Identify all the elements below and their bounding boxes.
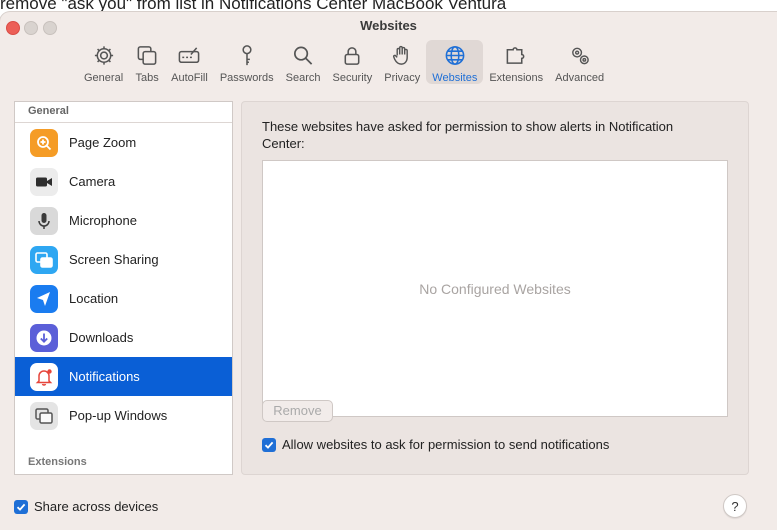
toolbar-autofill-label: AutoFill: [171, 72, 208, 84]
tabs-icon: [137, 46, 157, 65]
toolbar-websites[interactable]: Websites: [426, 40, 484, 84]
toolbar-tabs-label: Tabs: [135, 72, 159, 84]
lock-icon: [344, 47, 360, 65]
toolbar-privacy[interactable]: Privacy: [378, 40, 426, 84]
share-across-devices-row[interactable]: Share across devices: [14, 499, 158, 514]
sidebar-item-label: Downloads: [69, 330, 134, 345]
microphone-icon: [30, 206, 58, 235]
toolbar-security[interactable]: Security: [326, 40, 378, 84]
popup-windows-icon: [30, 401, 58, 430]
sidebar-item-label: Location: [69, 291, 119, 306]
sidebar-item-notifications[interactable]: Notifications: [15, 357, 232, 396]
toolbar-websites-label: Websites: [432, 72, 478, 84]
websites-sidebar: General Page Zoom Camera Microphone Scre…: [14, 101, 233, 475]
sidebar-item-label: Page Zoom: [69, 135, 137, 150]
search-icon: [294, 46, 313, 65]
allow-notifications-label: Allow websites to ask for permission to …: [282, 437, 610, 452]
websites-list[interactable]: No Configured Websites: [262, 160, 728, 417]
puzzle-icon: [506, 47, 525, 64]
help-button[interactable]: ?: [723, 494, 747, 518]
share-across-devices-checkbox[interactable]: [14, 499, 28, 514]
gears-icon: [571, 47, 589, 65]
notifications-panel: These websites have asked for permission…: [241, 101, 749, 475]
allow-notifications-checkbox[interactable]: [262, 437, 276, 452]
toolbar-advanced[interactable]: Advanced: [549, 40, 610, 84]
toolbar-general-label: General: [84, 72, 124, 84]
remove-button[interactable]: Remove: [262, 400, 333, 422]
toolbar-passwords[interactable]: Passwords: [214, 40, 280, 84]
toolbar-privacy-label: Privacy: [384, 72, 421, 84]
toolbar-security-label: Security: [332, 72, 373, 84]
toolbar-search-label: Search: [285, 72, 321, 84]
hand-icon: [393, 45, 409, 65]
toolbar-autofill[interactable]: AutoFill: [165, 40, 214, 84]
toolbar-extensions[interactable]: Extensions: [483, 40, 549, 84]
empty-list-text: No Configured Websites: [419, 280, 571, 297]
sidebar-section-extensions: Extensions: [15, 452, 232, 474]
camera-icon: [30, 167, 58, 196]
sidebar-item-label: Screen Sharing: [69, 252, 159, 267]
safari-settings-window: Websites General Tabs AutoFill Passwords…: [0, 12, 777, 530]
checkmark-icon: [264, 441, 274, 449]
sidebar-section-general: General: [28, 105, 69, 117]
sidebar-item-camera[interactable]: Camera: [15, 162, 232, 201]
page-zoom-icon: [30, 128, 58, 157]
toolbar-tabs[interactable]: Tabs: [129, 40, 165, 84]
toolbar-general[interactable]: General: [78, 40, 129, 84]
sidebar-item-location[interactable]: Location: [15, 279, 232, 318]
preferences-toolbar: General Tabs AutoFill Passwords Search S…: [78, 40, 610, 86]
panel-description: These websites have asked for permission…: [262, 119, 674, 151]
location-icon: [30, 284, 58, 313]
autofill-icon: [179, 47, 200, 63]
sidebar-item-label: Notifications: [69, 369, 140, 384]
sidebar-item-downloads[interactable]: Downloads: [15, 318, 232, 357]
sidebar-item-screen-sharing[interactable]: Screen Sharing: [15, 240, 232, 279]
sidebar-item-page-zoom[interactable]: Page Zoom: [15, 123, 232, 162]
screen-sharing-icon: [30, 245, 58, 274]
sidebar-item-microphone[interactable]: Microphone: [15, 201, 232, 240]
checkmark-icon: [16, 503, 26, 511]
sidebar-item-label: Camera: [69, 174, 116, 189]
share-across-devices-label: Share across devices: [34, 499, 159, 514]
sidebar-item-popup-windows[interactable]: Pop-up Windows: [15, 396, 232, 435]
toolbar-search[interactable]: Search: [280, 40, 327, 84]
allow-notifications-row[interactable]: Allow websites to ask for permission to …: [262, 437, 609, 452]
key-icon: [242, 45, 252, 66]
sidebar-item-label: Microphone: [69, 213, 137, 228]
gear-icon: [94, 46, 113, 65]
notifications-icon: [30, 362, 58, 391]
globe-icon: [445, 46, 465, 65]
window-title: Websites: [360, 18, 417, 33]
toolbar-passwords-label: Passwords: [219, 72, 274, 84]
toolbar-advanced-label: Advanced: [555, 72, 605, 84]
downloads-icon: [30, 323, 58, 352]
sidebar-item-label: Pop-up Windows: [69, 408, 168, 423]
toolbar-extensions-label: Extensions: [489, 72, 544, 84]
